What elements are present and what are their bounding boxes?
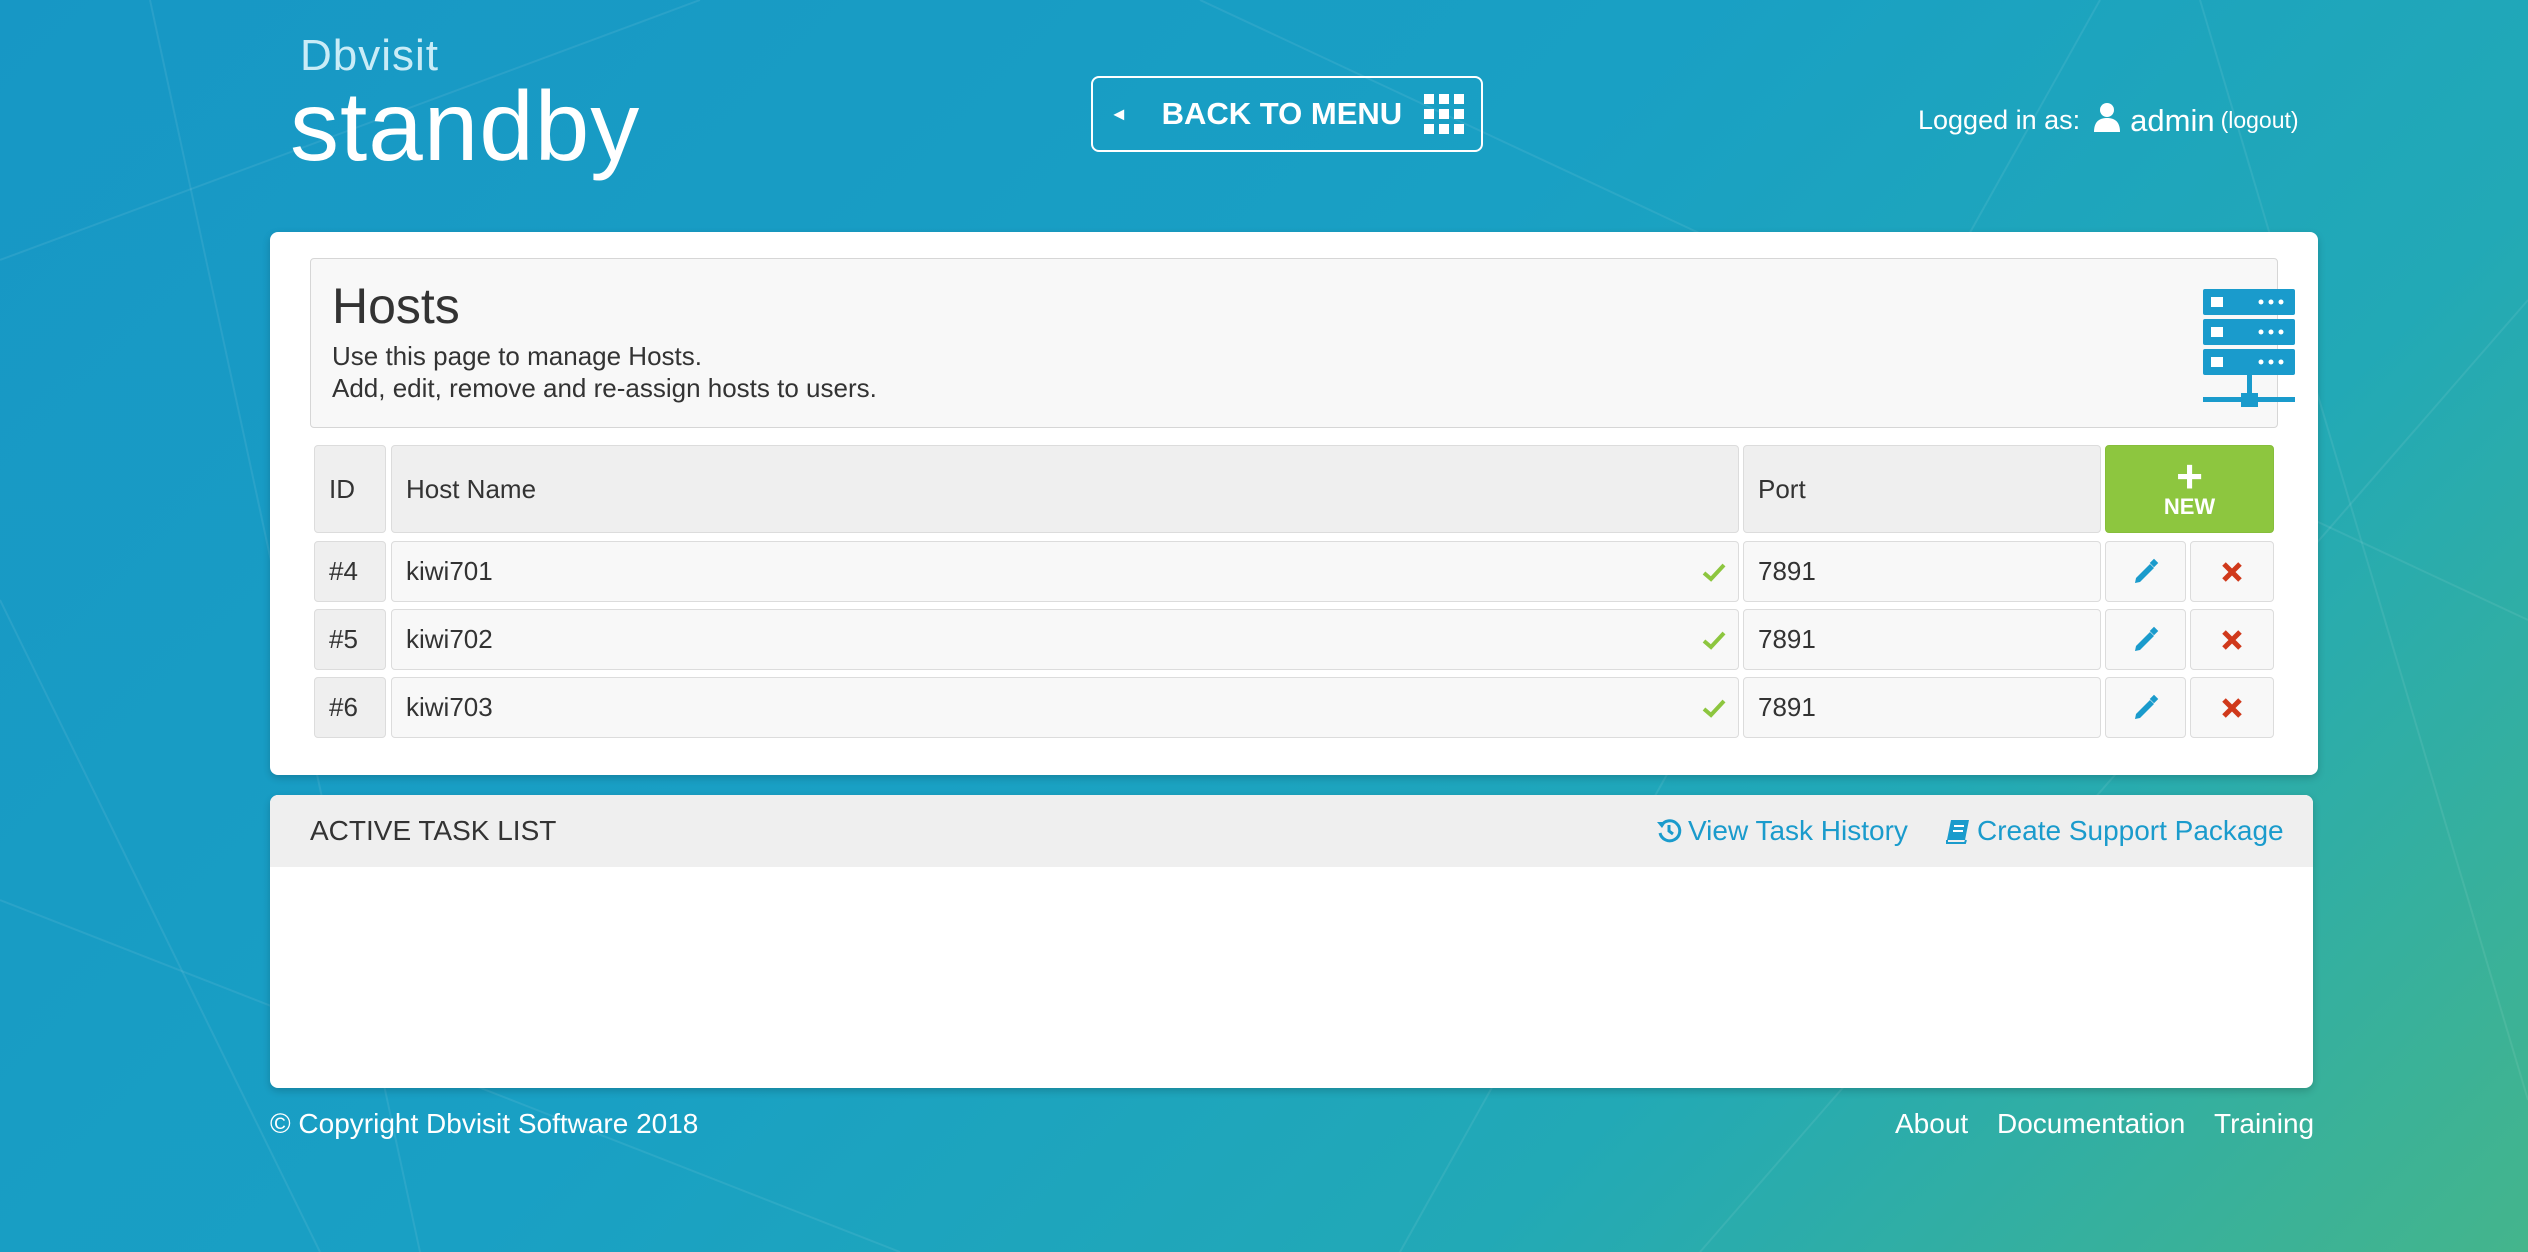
edit-host-button[interactable] (2105, 609, 2186, 670)
menu-grid-icon (1424, 94, 1465, 134)
back-arrow-icon: ◄ (1109, 103, 1128, 124)
table-cell-port: 7891 (1743, 541, 2101, 602)
back-to-menu-label: BACK TO MENU (1161, 96, 1403, 131)
server-icon (2203, 289, 2295, 407)
column-header-port: Port (1743, 445, 2101, 533)
view-task-history-label: View Task History (1688, 815, 1908, 846)
delete-host-button[interactable] (2190, 609, 2274, 670)
table-cell-host-name: kiwi702 (391, 609, 1739, 670)
delete-x-icon (2222, 561, 2242, 582)
edit-host-button[interactable] (2105, 677, 2186, 738)
plus-icon: + (2176, 450, 2203, 502)
logo-brand-big: standby (290, 71, 641, 181)
new-host-label: NEW (2163, 494, 2216, 519)
pencil-icon (2134, 558, 2158, 583)
hosts-header: Hosts Use this page to manage Hosts. Add… (310, 258, 2295, 428)
username: admin (2130, 102, 2215, 138)
task-list-title: ACTIVE TASK LIST (310, 815, 557, 846)
new-host-button[interactable]: + NEW (2105, 445, 2274, 533)
table-cell-id: #4 (314, 541, 386, 602)
check-icon (1702, 563, 1726, 582)
footer-link-training[interactable]: Training (2214, 1108, 2314, 1140)
table-cell-port: 7891 (1743, 609, 2101, 670)
delete-x-icon (2222, 629, 2242, 650)
page-description-line-1: Use this page to manage Hosts. (332, 341, 702, 371)
back-to-menu-button[interactable]: ◄ BACK TO MENU (1091, 76, 1483, 152)
create-support-package-link[interactable]: Create Support Package (1945, 815, 2284, 847)
edit-host-button[interactable] (2105, 541, 2186, 602)
view-task-history-link[interactable]: View Task History (1656, 815, 1908, 847)
login-info: Logged in as: admin (logout) (1918, 102, 2299, 139)
history-icon (1657, 819, 1682, 843)
logged-in-label: Logged in as: (1918, 105, 2081, 135)
active-task-panel: ACTIVE TASK LIST View Task History Creat… (270, 795, 2313, 1088)
check-icon (1702, 631, 1726, 650)
delete-host-button[interactable] (2190, 677, 2274, 738)
logout-link[interactable]: (logout) (2221, 107, 2299, 134)
task-panel-header: ACTIVE TASK LIST View Task History Creat… (270, 795, 2313, 867)
column-header-id: ID (314, 445, 386, 533)
table-cell-host-name: kiwi701 (391, 541, 1739, 602)
hosts-panel: Hosts Use this page to manage Hosts. Add… (270, 232, 2318, 775)
dbvisit-standby-logo: Dbvisit standby (290, 34, 641, 181)
delete-host-button[interactable] (2190, 541, 2274, 602)
footer-link-about[interactable]: About (1895, 1108, 1968, 1140)
copyright: © Copyright Dbvisit Software 2018 (270, 1108, 699, 1139)
column-header-host-name: Host Name (391, 445, 1739, 533)
pencil-icon (2134, 694, 2158, 719)
table-cell-host-name: kiwi703 (391, 677, 1739, 738)
table-cell-id: #5 (314, 609, 386, 670)
page-description: Use this page to manage Hosts. Add, edit… (332, 340, 877, 404)
check-icon (1702, 699, 1726, 718)
create-support-package-label: Create Support Package (1977, 815, 2284, 846)
pencil-icon (2134, 626, 2158, 651)
user-icon (2094, 102, 2121, 139)
table-cell-id: #6 (314, 677, 386, 738)
table-cell-port: 7891 (1743, 677, 2101, 738)
footer-link-documentation[interactable]: Documentation (1997, 1108, 2185, 1140)
book-icon (1946, 820, 1969, 844)
page-title: Hosts (332, 278, 460, 334)
page-description-line-2: Add, edit, remove and re-assign hosts to… (332, 373, 877, 403)
delete-x-icon (2222, 697, 2242, 718)
